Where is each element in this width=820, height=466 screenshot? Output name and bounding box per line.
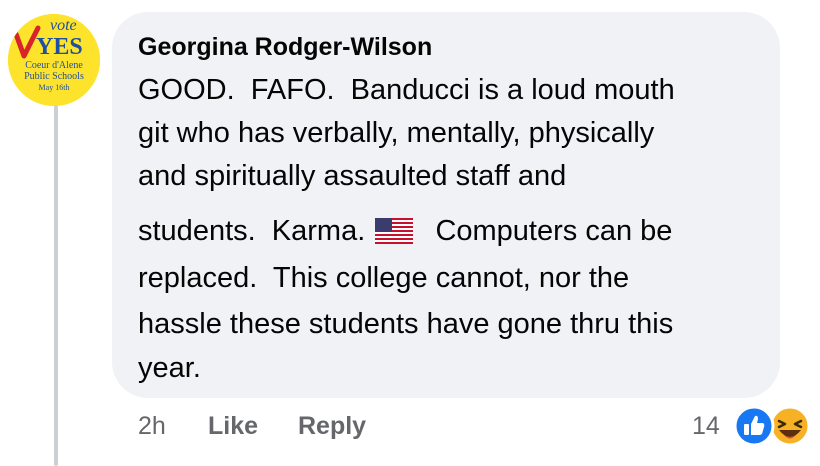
- reaction-count[interactable]: 14: [692, 408, 720, 444]
- thread-line: [54, 96, 58, 466]
- haha-reaction-icon: [769, 405, 811, 447]
- avatar-date: May 16th: [39, 83, 70, 92]
- comment-text-line: replaced. This college cannot, nor the: [138, 262, 630, 294]
- reply-button[interactable]: Reply: [298, 408, 366, 444]
- avatar-line1: Coeur d'Alene: [25, 60, 83, 71]
- reaction-icons[interactable]: [732, 404, 814, 448]
- us-flag-icon: [375, 218, 414, 244]
- comment-text-line: hassle these students have gone thru thi…: [138, 308, 674, 340]
- vote-yes-logo: vote YES Coeur d'Alene Public Schools Ma…: [8, 14, 100, 106]
- comment-text-line: git who has verbally, mentally, physical…: [138, 117, 655, 149]
- avatar[interactable]: vote YES Coeur d'Alene Public Schools Ma…: [8, 14, 100, 106]
- like-button[interactable]: Like: [208, 408, 258, 444]
- comment-timestamp[interactable]: 2h: [138, 408, 166, 444]
- like-reaction-icon: [733, 405, 775, 447]
- comment-text-line-with-flag: students. Karma. Computers can be: [138, 212, 672, 250]
- comment-text-line: GOOD. FAFO. Banducci is a loud mouth: [138, 74, 675, 106]
- avatar-vote-text: vote: [50, 17, 77, 34]
- comment-author[interactable]: Georgina Rodger-Wilson: [138, 30, 432, 64]
- comment-text-segment: students. Karma.: [138, 215, 374, 247]
- avatar-yes-text: YES: [36, 34, 83, 60]
- avatar-line2: Public Schools: [24, 71, 84, 82]
- comment-text-segment: Computers can be: [419, 215, 673, 247]
- comment-text-line: and spiritually assaulted staff and: [138, 160, 567, 192]
- comment-text-line: year.: [138, 352, 201, 384]
